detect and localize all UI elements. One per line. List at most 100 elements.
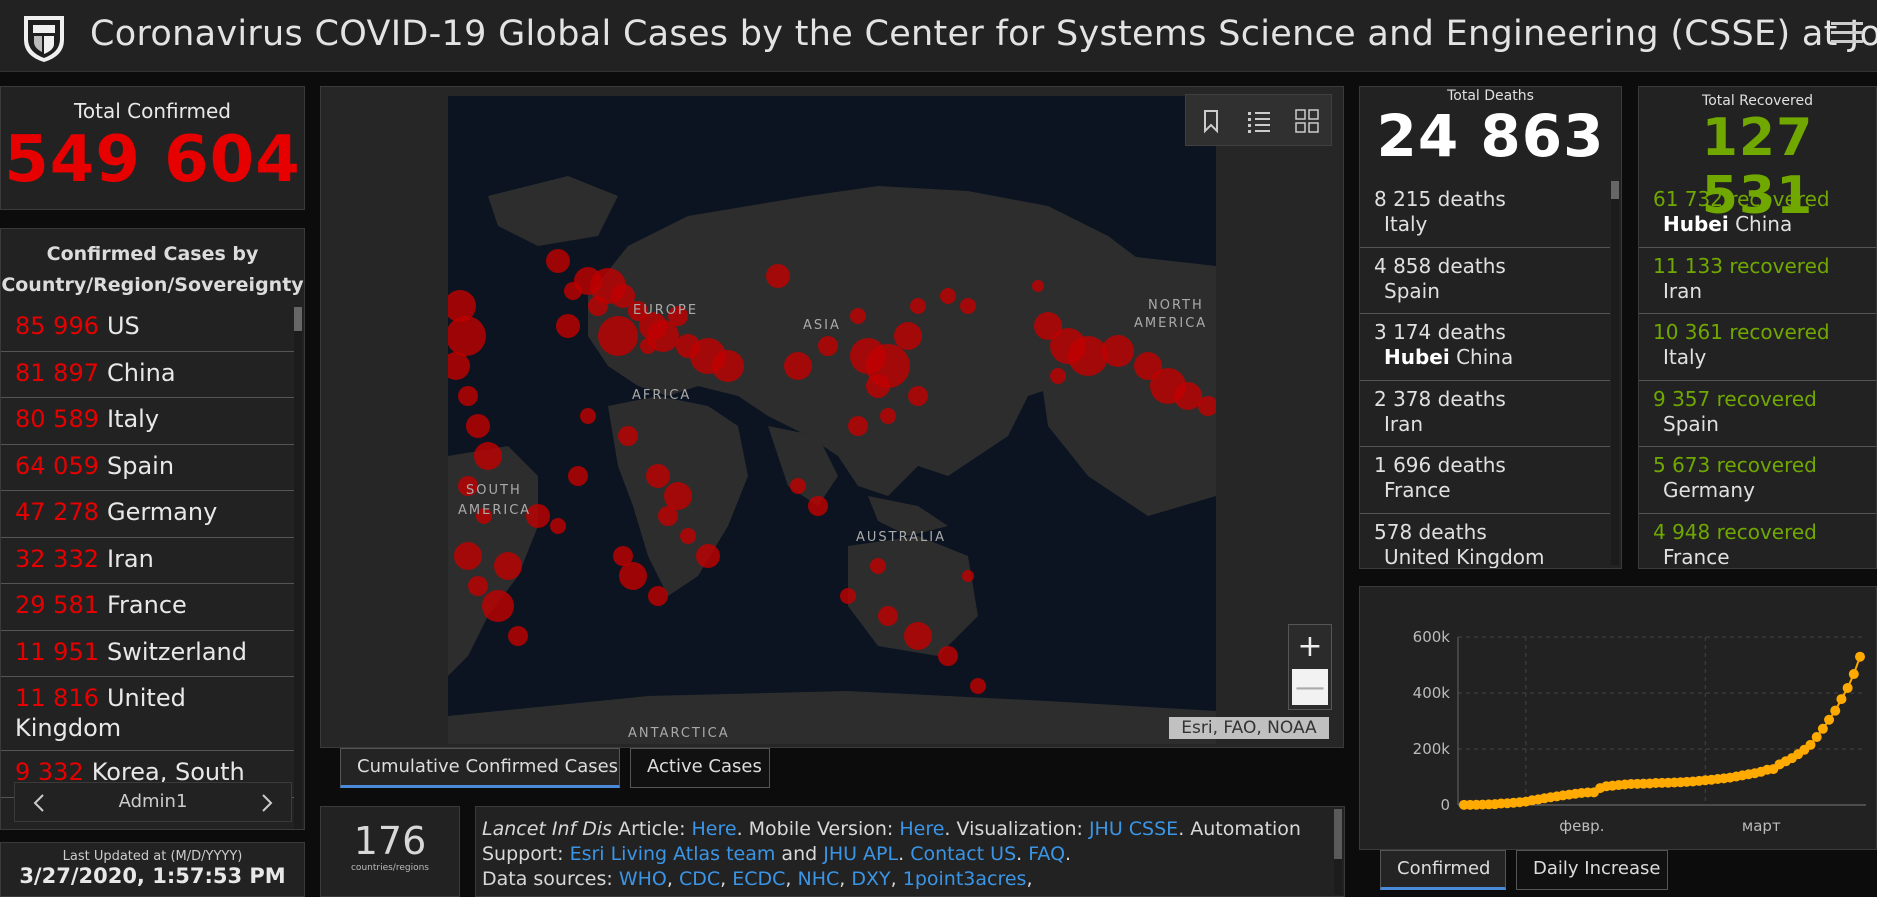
recovered-row[interactable]: 9 357 recovered Spain (1639, 381, 1876, 447)
country-row[interactable]: 64 059 Spain (1, 445, 295, 491)
country-row[interactable]: 81 897 China (1, 352, 295, 398)
esri-team-link[interactable]: Esri Living Atlas team (570, 843, 776, 865)
source-link[interactable]: DXY (851, 868, 890, 890)
case-bubble[interactable] (468, 576, 488, 596)
case-bubble[interactable] (588, 296, 608, 316)
case-bubble[interactable] (640, 338, 656, 354)
chart-point[interactable] (1830, 705, 1841, 716)
world-map[interactable]: EUROPE ASIA AFRICA SOUTH AMERICA NORTH A… (448, 96, 1216, 744)
hamburger-menu-icon[interactable] (1831, 16, 1863, 52)
bookmark-icon[interactable] (1198, 108, 1224, 134)
case-bubble[interactable] (648, 586, 668, 606)
deaths-row[interactable]: 2 378 deaths Iran (1360, 381, 1610, 447)
deaths-row[interactable]: 1 696 deaths France (1360, 447, 1610, 514)
chart-point[interactable] (1836, 694, 1847, 705)
tab-active-cases[interactable]: Active Cases (630, 748, 770, 788)
case-bubble[interactable] (866, 374, 890, 398)
jhu-apl-link[interactable]: JHU APL (823, 843, 898, 865)
case-bubble[interactable] (564, 282, 582, 300)
recovered-row[interactable]: 10 361 recovered Italy (1639, 314, 1876, 381)
case-bubble[interactable] (790, 478, 806, 494)
case-bubble[interactable] (908, 386, 928, 406)
deaths-row[interactable]: 3 174 deaths Hubei China (1360, 314, 1610, 381)
recovered-row[interactable]: 11 133 recovered Iran (1639, 248, 1876, 314)
case-bubble[interactable] (870, 558, 886, 574)
case-bubble[interactable] (646, 464, 670, 488)
case-bubble[interactable] (840, 588, 856, 604)
case-bubble[interactable] (494, 552, 522, 580)
recovered-row[interactable]: 61 732 recovered Hubei China (1639, 181, 1876, 248)
case-bubble[interactable] (474, 442, 502, 470)
case-bubble[interactable] (712, 350, 744, 382)
contact-link[interactable]: Contact US (910, 843, 1016, 865)
chart-point[interactable] (1842, 682, 1853, 693)
case-bubble[interactable] (1032, 280, 1044, 292)
case-bubble[interactable] (1050, 368, 1066, 384)
case-bubble[interactable] (880, 408, 896, 424)
deaths-row[interactable]: 4 858 deaths Spain (1360, 248, 1610, 314)
case-bubble[interactable] (508, 626, 528, 646)
country-row[interactable]: 80 589 Italy (1, 398, 295, 445)
case-bubble[interactable] (962, 570, 974, 582)
source-link[interactable]: NHC (798, 868, 840, 890)
case-bubble[interactable] (598, 316, 638, 356)
case-bubble[interactable] (664, 482, 692, 510)
case-bubble[interactable] (784, 352, 812, 380)
case-bubble[interactable] (466, 414, 490, 438)
case-bubble[interactable] (546, 249, 570, 273)
tab-cumulative-confirmed[interactable]: Cumulative Confirmed Cases (340, 748, 620, 788)
case-bubble[interactable] (550, 518, 566, 534)
basemap-gallery-icon[interactable] (1294, 108, 1320, 134)
chart-point[interactable] (1811, 732, 1822, 743)
mobile-link[interactable]: Here (899, 818, 944, 840)
country-row[interactable]: 47 278 Germany (1, 491, 295, 538)
case-bubble[interactable] (696, 544, 720, 568)
case-bubble[interactable] (850, 308, 866, 324)
deaths-scrollbar[interactable] (1611, 181, 1619, 565)
source-link[interactable]: WHO (619, 868, 667, 890)
case-bubble[interactable] (458, 386, 478, 406)
chart-point[interactable] (1855, 651, 1865, 662)
chart-point[interactable] (1817, 723, 1828, 734)
deaths-row[interactable]: 8 215 deaths Italy (1360, 181, 1610, 248)
case-bubble[interactable] (894, 322, 922, 350)
case-bubble[interactable] (454, 542, 482, 570)
case-bubble[interactable] (818, 336, 838, 356)
country-row[interactable]: 85 996 US (1, 305, 295, 352)
country-row[interactable]: 29 581 France (1, 584, 295, 631)
case-bubble[interactable] (960, 298, 976, 314)
case-bubble[interactable] (556, 314, 580, 338)
case-bubble[interactable] (766, 264, 790, 288)
case-bubble[interactable] (482, 590, 514, 622)
jhu-csse-link[interactable]: JHU CSSE (1089, 818, 1178, 840)
source-link[interactable]: ECDC (732, 868, 785, 890)
chart-point[interactable] (1824, 714, 1835, 725)
case-bubble[interactable] (808, 496, 828, 516)
case-bubble[interactable] (940, 288, 956, 304)
article-link[interactable]: Here (692, 818, 737, 840)
recovered-row[interactable]: 4 948 recovered France (1639, 514, 1876, 569)
case-bubble[interactable] (618, 426, 638, 446)
case-bubble[interactable] (848, 416, 868, 436)
case-bubble[interactable] (878, 606, 898, 626)
country-row[interactable]: 11 951 Switzerland (1, 631, 295, 677)
case-bubble[interactable] (1068, 336, 1108, 376)
faq-link[interactable]: FAQ (1028, 843, 1065, 865)
legend-list-icon[interactable] (1246, 108, 1272, 134)
zoom-out-button[interactable]: — (1292, 669, 1328, 705)
country-row[interactable]: 32 332 Iran (1, 538, 295, 584)
case-bubble[interactable] (904, 622, 932, 650)
chevron-right-icon[interactable] (257, 791, 277, 815)
chart-point[interactable] (1805, 739, 1816, 750)
tab-confirmed[interactable]: Confirmed (1380, 850, 1506, 890)
case-bubble[interactable] (658, 506, 678, 526)
case-bubble[interactable] (568, 466, 588, 486)
tab-daily-increase[interactable]: Daily Increase (1516, 850, 1668, 890)
case-bubble[interactable] (1174, 382, 1202, 410)
recovered-row[interactable]: 5 673 recovered Germany (1639, 447, 1876, 514)
zoom-in-button[interactable]: + (1289, 625, 1331, 667)
case-bubble[interactable] (938, 646, 958, 666)
case-bubble[interactable] (619, 562, 647, 590)
case-bubble[interactable] (1102, 335, 1134, 367)
chart-point[interactable] (1848, 669, 1859, 680)
